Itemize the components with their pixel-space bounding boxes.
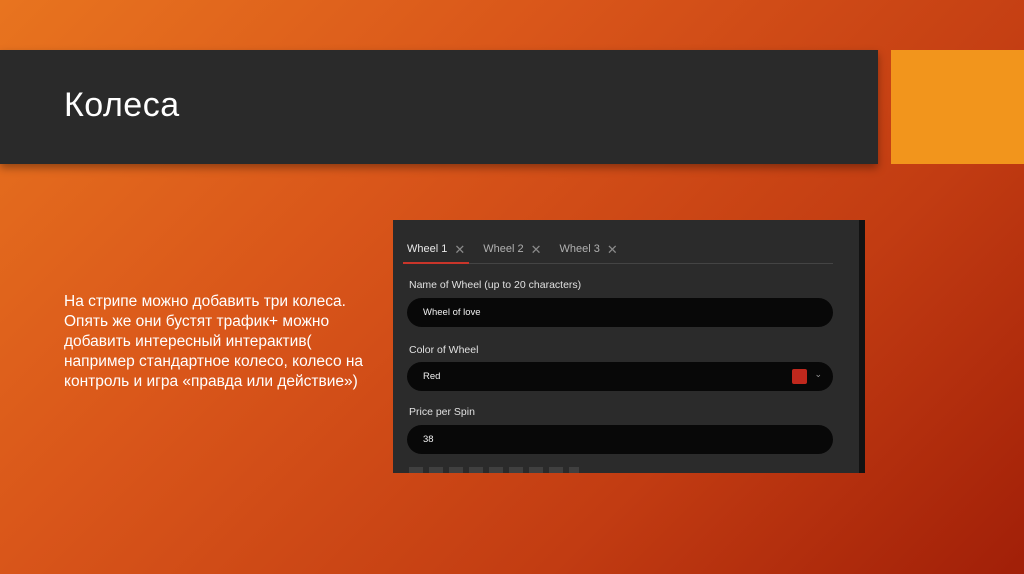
close-icon[interactable]: ✕ <box>531 243 542 256</box>
slide-body-text: На стрипе можно добавить три колеса. Опя… <box>64 293 364 390</box>
close-icon[interactable]: ✕ <box>454 243 465 256</box>
chevron-down-icon[interactable]: ⌄ <box>814 369 822 380</box>
slide-title: Колеса <box>64 86 180 124</box>
wheel-color-label: Color of Wheel <box>409 344 479 356</box>
price-per-spin-value: 38 <box>423 434 434 445</box>
wheel-name-input[interactable]: Wheel of love <box>407 298 833 327</box>
wheel-settings-screenshot: Wheel 1 ✕ Wheel 2 ✕ Wheel 3 ✕ Name of Wh… <box>393 220 865 473</box>
tab-wheel-1[interactable]: Wheel 1 ✕ <box>402 240 470 264</box>
wheel-name-value: Wheel of love <box>423 307 481 318</box>
tab-label: Wheel 1 <box>407 243 448 255</box>
price-per-spin-input[interactable]: 38 <box>407 425 833 454</box>
cut-off-field-label <box>409 467 579 473</box>
wheel-color-select[interactable]: Red ⌄ <box>407 362 833 391</box>
tab-wheel-2[interactable]: Wheel 2 ✕ <box>483 240 541 258</box>
scrollbar[interactable] <box>859 220 865 473</box>
price-per-spin-label: Price per Spin <box>409 406 475 418</box>
close-icon[interactable]: ✕ <box>607 243 618 256</box>
tab-label: Wheel 2 <box>483 243 524 255</box>
color-swatch[interactable] <box>792 369 807 384</box>
wheel-name-label: Name of Wheel (up to 20 characters) <box>409 279 582 291</box>
accent-box <box>891 50 1024 164</box>
wheel-color-value: Red <box>423 371 441 382</box>
tab-wheel-3[interactable]: Wheel 3 ✕ <box>560 240 618 258</box>
tab-label: Wheel 3 <box>559 243 600 255</box>
wheel-tabs: Wheel 1 ✕ Wheel 2 ✕ Wheel 3 ✕ <box>402 240 833 264</box>
